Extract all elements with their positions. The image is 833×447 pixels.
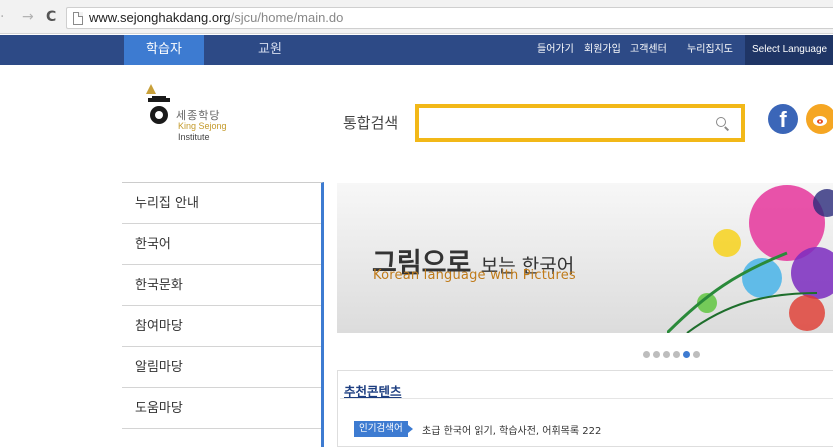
site-logo[interactable]: 세종학당 King Sejong Institute [140,82,280,152]
login-link[interactable]: 들어가기 [537,35,574,65]
menu-item-help[interactable]: 도움마당 [122,388,321,429]
banner-dot-4[interactable] [673,351,680,358]
main-banner[interactable]: 그림으로 보는 한국어 Korean language with Picture… [337,183,833,333]
url-text[interactable]: www.sejonghakdang.org/sjcu/home/main.do [89,10,343,25]
browser-toolbar: · → C www.sejonghakdang.org/sjcu/home/ma… [0,0,833,34]
search-box [415,104,745,142]
popular-search-badge: 인기검색어 [354,421,413,437]
facebook-icon[interactable]: f [768,104,798,134]
menu-item-korean[interactable]: 한국어 [122,224,321,265]
url-path: /sjcu/home/main.do [230,10,344,25]
search-input[interactable] [427,113,707,135]
popular-search-terms[interactable]: 초급 한국어 읽기, 학습사전, 어휘목록 222 [422,422,601,437]
banner-pager [643,343,703,358]
banner-flower-art [667,185,833,333]
customer-center-link[interactable]: 고객센터 [630,35,667,65]
banner-subtitle: Korean language with Pictures [373,268,576,283]
side-menu: 누리집 안내 한국어 한국문화 참여마당 알림마당 도움마당 [122,182,324,447]
banner-dot-6[interactable] [693,351,700,358]
url-domain: www.sejonghakdang.org [89,10,231,25]
logo-english-line1: King Sejong [178,121,227,131]
tab-learner[interactable]: 학습자 [124,35,204,65]
menu-item-korean-culture[interactable]: 한국문화 [122,265,321,306]
signup-link[interactable]: 회원가입 [584,35,621,65]
menu-item-site-guide[interactable]: 누리집 안내 [122,183,321,224]
banner-dot-5[interactable] [683,351,690,358]
search-icon[interactable] [713,114,733,134]
recommended-content: 추천콘텐츠 인기검색어 초급 한국어 읽기, 학습사전, 어휘목록 222 [337,370,833,447]
forward-arrow-icon[interactable]: → [22,9,34,25]
banner-dot-1[interactable] [643,351,650,358]
weibo-icon[interactable] [806,104,833,134]
search-label: 통합검색 [343,114,399,132]
back-arrow-icon[interactable]: · [0,9,4,25]
top-nav-bar: 학습자 교원 들어가기 회원가입 고객센터 누리집지도 Select Langu… [0,35,833,65]
menu-item-participation[interactable]: 참여마당 [122,306,321,347]
divider [340,398,833,399]
banner-dot-3[interactable] [663,351,670,358]
reload-icon[interactable]: C [46,9,56,25]
address-bar[interactable]: www.sejonghakdang.org/sjcu/home/main.do [66,7,833,29]
page-icon [73,12,83,25]
banner-dot-2[interactable] [653,351,660,358]
sitemap-link[interactable]: 누리집지도 [687,35,733,65]
tab-teacher[interactable]: 교원 [232,35,308,65]
logo-english-line2: Institute [178,132,210,142]
logo-emblem-icon [146,84,170,124]
menu-item-notice[interactable]: 알림마당 [122,347,321,388]
select-language-dropdown[interactable]: Select Language [745,35,833,65]
